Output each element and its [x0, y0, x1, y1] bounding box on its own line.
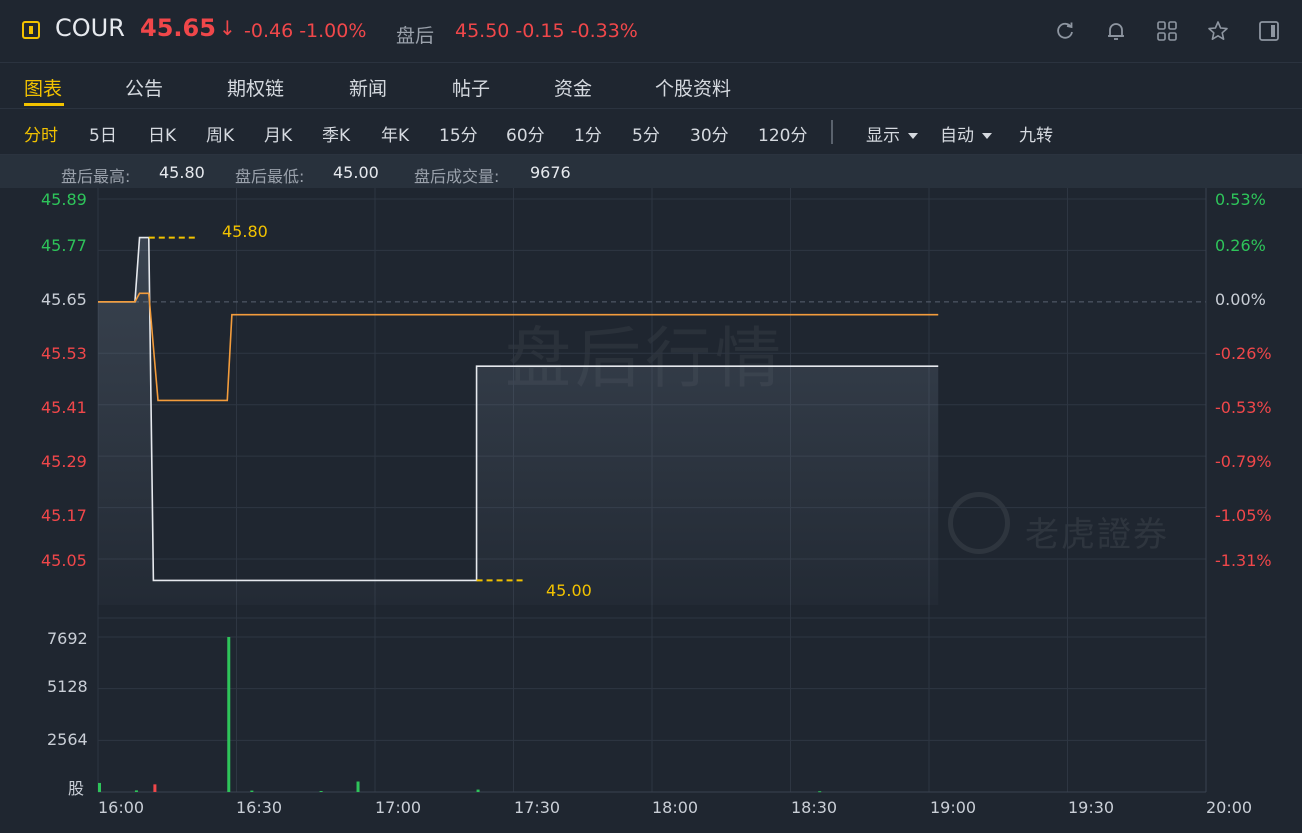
volume-axis-label: 5128 — [47, 677, 88, 696]
pct-axis-label: -0.53% — [1215, 398, 1272, 417]
min-price-annotation: 45.00 — [546, 581, 592, 600]
price-axis-label: 45.89 — [41, 190, 87, 209]
price-change: -0.46 -1.00% — [244, 20, 367, 42]
pct-axis-label: -1.31% — [1215, 551, 1272, 570]
volume-bar — [227, 637, 231, 792]
volume-unit-label: 股 — [68, 779, 85, 798]
main-tabs: 图表 公告 期权链 新闻 帖子 资金 个股资料 — [0, 62, 1302, 109]
time-axis-label: 19:00 — [930, 798, 977, 817]
caret-down-icon — [982, 133, 992, 139]
pct-axis-label: 0.26% — [1215, 236, 1266, 255]
star-icon[interactable] — [1207, 20, 1229, 42]
price-axis-label: 45.65 — [41, 290, 87, 309]
period-intraday[interactable]: 分时 — [24, 121, 58, 146]
time-axis-label: 17:00 — [375, 798, 422, 817]
tab-capital-flow[interactable]: 资金 — [554, 74, 592, 101]
volume-bar — [476, 789, 480, 792]
caret-down-icon — [908, 133, 918, 139]
display-dropdown[interactable]: 显示 — [866, 121, 918, 146]
pct-axis-label: -0.79% — [1215, 452, 1272, 471]
period-30min[interactable]: 30分 — [690, 121, 729, 146]
auto-label: 自动 — [940, 126, 974, 146]
period-toolbar: 分时 5日 日K 周K 月K 季K 年K 15分 60分 1分 5分 30分 1… — [0, 108, 1302, 155]
time-axis-label: 18:00 — [652, 798, 699, 817]
period-yearly[interactable]: 年K — [381, 121, 409, 146]
price-area-fill — [98, 237, 939, 606]
period-1min[interactable]: 1分 — [574, 121, 602, 146]
low-label: 盘后最低: — [235, 167, 305, 186]
period-5day[interactable]: 5日 — [89, 121, 117, 146]
high-label: 盘后最高: — [61, 167, 131, 186]
price-axis-label: 45.05 — [41, 551, 87, 570]
period-60min[interactable]: 60分 — [506, 121, 545, 146]
pct-axis-label: -0.26% — [1215, 344, 1272, 363]
time-axis-label: 19:30 — [1068, 798, 1115, 817]
volume-bar — [98, 782, 101, 792]
period-daily[interactable]: 日K — [148, 121, 176, 146]
period-120min[interactable]: 120分 — [758, 121, 807, 146]
intraday-chart[interactable] — [0, 188, 1302, 798]
period-5min[interactable]: 5分 — [632, 121, 660, 146]
pct-axis-label: -1.05% — [1215, 506, 1272, 525]
tab-chart[interactable]: 图表 — [24, 74, 62, 101]
price-axis-label: 45.29 — [41, 452, 87, 471]
period-quarterly[interactable]: 季K — [322, 121, 350, 146]
active-tab-indicator — [24, 103, 64, 106]
period-15min[interactable]: 15分 — [439, 121, 478, 146]
price-axis-label: 45.17 — [41, 506, 87, 525]
after-hours-values: 45.50 -0.15 -0.33% — [455, 20, 638, 42]
time-axis-label: 20:00 — [1206, 798, 1253, 817]
ticker-symbol: COUR — [55, 14, 125, 42]
panel-toggle-icon[interactable] — [1258, 20, 1280, 42]
price-axis-label: 45.53 — [41, 344, 87, 363]
volume-bar — [319, 790, 323, 792]
tab-announcements[interactable]: 公告 — [125, 74, 163, 101]
pct-axis-label: 0.53% — [1215, 190, 1266, 209]
volume-bar — [153, 784, 157, 792]
price-axis-label: 45.41 — [41, 398, 87, 417]
volume-bar — [818, 791, 822, 793]
volume-bar — [356, 781, 360, 792]
last-price: 45.65 — [140, 14, 216, 42]
auto-dropdown[interactable]: 自动 — [940, 121, 992, 146]
period-monthly[interactable]: 月K — [264, 121, 292, 146]
nine-turn-button[interactable]: 九转 — [1019, 121, 1053, 146]
time-axis-label: 17:30 — [514, 798, 561, 817]
bell-icon[interactable] — [1105, 20, 1127, 42]
display-label: 显示 — [866, 126, 900, 146]
toolbar-divider — [831, 120, 833, 144]
tab-posts[interactable]: 帖子 — [452, 74, 490, 101]
period-weekly[interactable]: 周K — [206, 121, 234, 146]
max-price-annotation: 45.80 — [222, 222, 268, 241]
volume-label: 盘后成交量: — [414, 167, 500, 186]
tab-news[interactable]: 新闻 — [349, 74, 387, 101]
tab-profile[interactable]: 个股资料 — [655, 74, 731, 101]
refresh-icon[interactable] — [1054, 20, 1076, 42]
grid-icon[interactable] — [1156, 20, 1178, 42]
quote-header: COUR 45.65 ↓ -0.46 -1.00% 盘后 45.50 -0.15… — [0, 0, 1302, 63]
after-hours-stats: 盘后最高: 45.80 盘后最低: 45.00 盘后成交量: 9676 — [0, 155, 1302, 188]
time-axis-label: 16:30 — [236, 798, 283, 817]
down-arrow-icon: ↓ — [219, 16, 236, 40]
after-hours-label: 盘后 — [396, 25, 435, 47]
pct-axis-label: 0.00% — [1215, 290, 1266, 309]
tab-options-chain[interactable]: 期权链 — [227, 74, 284, 101]
volume-value: 9676 — [530, 163, 571, 182]
price-axis-label: 45.77 — [41, 236, 87, 255]
volume-bar — [134, 790, 138, 792]
time-axis-label: 16:00 — [98, 798, 145, 817]
market-status-icon — [22, 21, 40, 39]
low-value: 45.00 — [333, 163, 379, 182]
volume-bar — [250, 790, 254, 792]
volume-axis-label: 7692 — [47, 629, 88, 648]
time-axis-label: 18:30 — [791, 798, 838, 817]
high-value: 45.80 — [159, 163, 205, 182]
volume-axis-label: 2564 — [47, 730, 88, 749]
